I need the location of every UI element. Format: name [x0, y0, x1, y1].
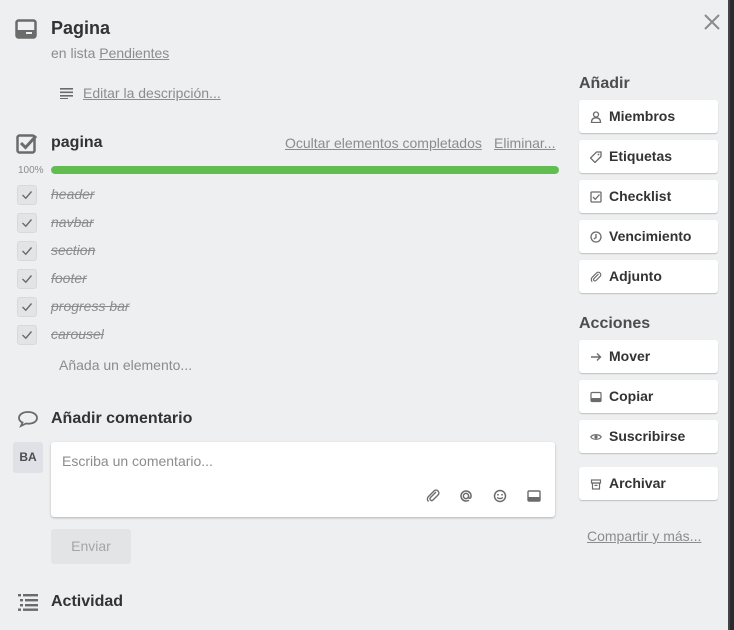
checklist-button[interactable]: Checklist: [579, 180, 718, 213]
check-icon: [22, 219, 33, 228]
tag-icon: [589, 150, 602, 164]
button-label: Suscribirse: [609, 428, 686, 444]
check-icon: [22, 191, 33, 200]
check-icon: [22, 303, 33, 312]
button-label: Copiar: [609, 388, 654, 404]
comment-section-title: Añadir comentario: [51, 410, 193, 427]
suscribirse-button[interactable]: Suscribirse: [579, 420, 718, 453]
checkbox-icon: [590, 190, 602, 203]
adjunto-button[interactable]: Adjunto: [579, 260, 718, 293]
eye-icon: [590, 430, 602, 442]
checklist-item-checkbox[interactable]: [17, 185, 37, 205]
check-icon: [22, 275, 33, 284]
checklist-item-label[interactable]: section: [51, 242, 95, 258]
vencimiento-button[interactable]: Vencimiento: [579, 220, 718, 253]
archivar-button[interactable]: Archivar: [579, 467, 718, 500]
etiquetas-button[interactable]: Etiquetas: [579, 140, 718, 173]
list-link[interactable]: Pendientes: [99, 45, 169, 61]
hide-completed-link[interactable]: Ocultar elementos completados: [285, 135, 482, 151]
list-prefix: en lista: [51, 45, 100, 61]
person-icon: [590, 110, 602, 124]
edit-description-link[interactable]: Editar la descripción...: [83, 85, 221, 101]
checklist-item-label[interactable]: carousel: [51, 326, 104, 342]
comment-input[interactable]: Escriba un comentario...: [51, 442, 555, 517]
checklist-item-label[interactable]: footer: [51, 270, 87, 286]
miembros-button[interactable]: Miembros: [579, 100, 718, 133]
check-icon: [22, 247, 33, 256]
checklist-item-checkbox[interactable]: [17, 297, 37, 317]
share-more-link[interactable]: Compartir y más...: [587, 528, 701, 544]
progress-bar: [51, 166, 559, 174]
emoji-icon[interactable]: [492, 488, 508, 504]
activity-title: Actividad: [51, 593, 124, 610]
button-label: Miembros: [609, 108, 676, 124]
button-label: Archivar: [609, 475, 666, 491]
activity-icon: [17, 593, 39, 611]
button-label: Mover: [609, 348, 651, 364]
comment-icon: [17, 410, 39, 428]
checklist-item-checkbox[interactable]: [17, 213, 37, 233]
description-icon: [60, 87, 74, 99]
check-icon: [22, 331, 33, 340]
button-label: Etiquetas: [609, 148, 673, 164]
progress-bar-fill: [51, 166, 559, 174]
send-button[interactable]: Enviar: [51, 529, 131, 564]
clock-icon: [590, 230, 602, 243]
card-title[interactable]: Pagina: [51, 18, 110, 39]
checklist-item-checkbox[interactable]: [17, 269, 37, 289]
comment-placeholder[interactable]: Escriba un comentario...: [62, 453, 213, 469]
checklist-icon: [16, 133, 38, 155]
progress-percent: 100%: [18, 165, 44, 176]
delete-checklist-link[interactable]: Eliminar...: [494, 135, 555, 151]
button-label: Checklist: [609, 188, 672, 204]
at-sign-icon[interactable]: [458, 488, 474, 504]
checklist-item-checkbox[interactable]: [17, 325, 37, 345]
button-label: Vencimiento: [609, 228, 692, 244]
add-heading: Añadir: [579, 75, 630, 92]
card-detail-window: Pagina en lista Pendientes Editar la des…: [0, 0, 730, 630]
checklist-item-label[interactable]: navbar: [51, 214, 94, 230]
checklist-item-label[interactable]: progress bar: [51, 298, 130, 314]
checklist-item-checkbox[interactable]: [17, 241, 37, 261]
mover-button[interactable]: Mover: [579, 340, 718, 373]
button-label: Adjunto: [609, 268, 662, 284]
archive-icon: [590, 477, 602, 490]
paperclip-icon[interactable]: [425, 488, 441, 504]
card-list-info: en lista Pendientes: [51, 45, 169, 61]
checklist-title[interactable]: pagina: [51, 134, 103, 152]
checklist-item-label[interactable]: header: [51, 186, 95, 202]
copiar-button[interactable]: Copiar: [579, 380, 718, 413]
actions-heading: Acciones: [579, 315, 651, 332]
card-icon[interactable]: [526, 488, 542, 504]
arrow-right-icon: [590, 350, 602, 362]
paperclip-icon: [590, 270, 602, 283]
card-icon: [590, 390, 602, 403]
add-item-button[interactable]: Añada un elemento...: [59, 357, 192, 373]
card-icon: [15, 19, 37, 39]
avatar[interactable]: BA: [13, 442, 43, 473]
close-icon[interactable]: [702, 12, 722, 32]
